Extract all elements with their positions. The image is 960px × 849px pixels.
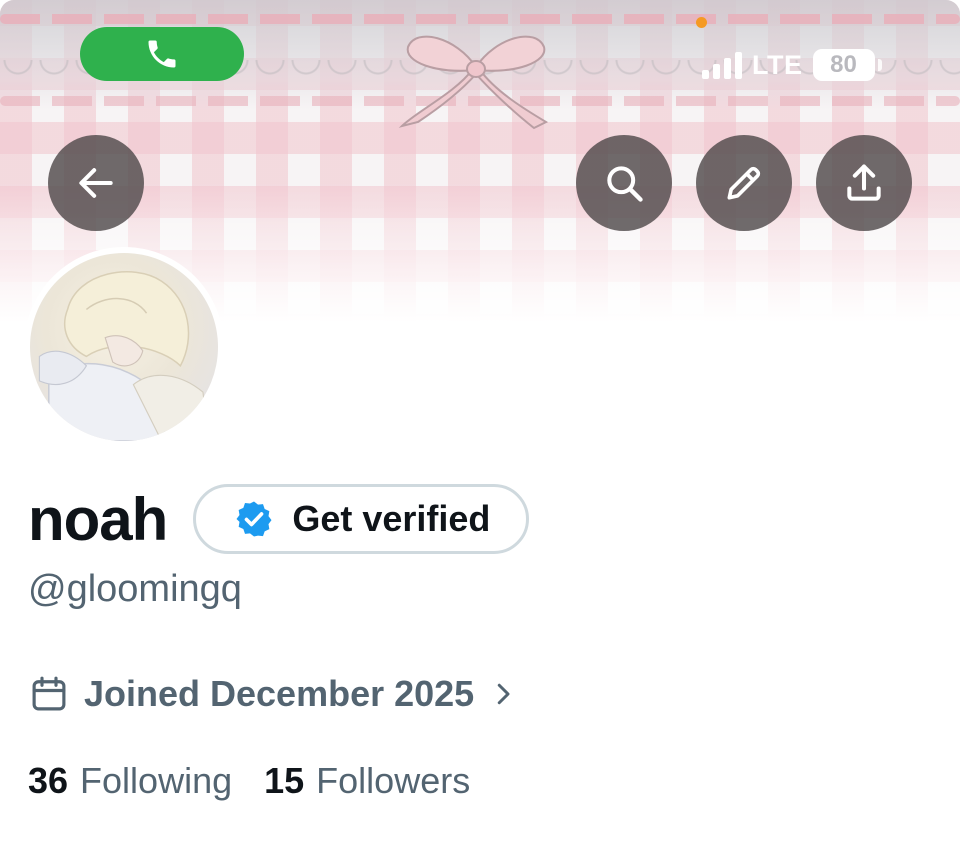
calendar-icon (28, 673, 70, 715)
joined-date-text: Joined December 2025 (84, 673, 475, 714)
followers-count: 15 (264, 760, 305, 801)
cellular-signal-icon (702, 51, 742, 79)
followers-label: Followers (316, 760, 471, 801)
get-verified-button[interactable]: Get verified (193, 484, 530, 554)
followers-link[interactable]: 15 Followers (264, 760, 470, 802)
battery-level: 80 (830, 51, 857, 78)
verified-badge-icon (236, 501, 272, 537)
network-type: LTE (752, 49, 803, 80)
display-name: noah (28, 485, 168, 553)
status-indicators: LTE 80 (702, 48, 882, 82)
following-link[interactable]: 36 Following (28, 760, 232, 802)
active-call-pill[interactable] (80, 27, 244, 81)
avatar-image (30, 253, 218, 441)
get-verified-label: Get verified (292, 498, 491, 539)
pencil-icon (727, 166, 761, 200)
share-button[interactable] (816, 135, 912, 231)
phone-icon (148, 40, 176, 68)
joined-date-row[interactable]: Joined December 2025 (28, 668, 518, 720)
following-label: Following (80, 760, 233, 801)
search-button[interactable] (576, 135, 672, 231)
following-count: 36 (28, 760, 69, 801)
avatar[interactable] (24, 247, 224, 447)
avatar-illustration (38, 271, 210, 441)
chevron-right-icon (488, 679, 518, 709)
profile-page: LTE 80 noah Get verified @gloomingq Join… (0, 0, 960, 849)
arrow-left-icon (79, 168, 113, 198)
battery-icon: 80 (812, 49, 882, 81)
ribbon-bow-decoration (398, 35, 549, 130)
edit-button[interactable] (696, 135, 792, 231)
share-upload-icon (847, 164, 881, 201)
back-button[interactable] (48, 135, 144, 231)
follow-stats: 36 Following 15 Followers (28, 756, 470, 806)
user-handle: @gloomingq (28, 568, 242, 610)
camera-indicator-dot (696, 17, 707, 28)
search-icon (607, 166, 643, 202)
profile-name-row: noah Get verified (28, 483, 530, 555)
